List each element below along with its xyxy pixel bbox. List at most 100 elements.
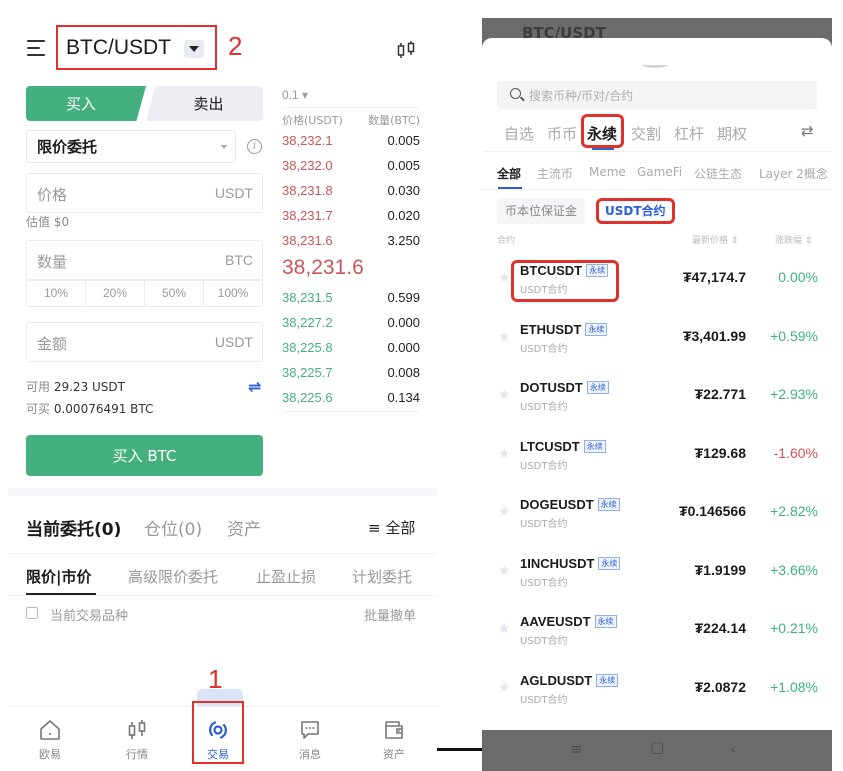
nav-item-home[interactable]: 欧易 bbox=[20, 712, 80, 764]
price-change: +2.82% bbox=[770, 503, 818, 519]
market-row[interactable]: ★ AAVEUSDT 永续 USDT合约 ₮224.14 +0.21% bbox=[482, 602, 832, 660]
chip-usdt-margined[interactable]: USDT合约 bbox=[596, 198, 675, 224]
recents-icon[interactable]: ≡ bbox=[570, 740, 583, 758]
home-square-icon[interactable]: ▢ bbox=[650, 738, 664, 756]
tab-buy[interactable]: 买入 bbox=[26, 86, 146, 121]
nav-item-markets[interactable]: 行情 bbox=[107, 712, 167, 764]
contract-type: USDT合约 bbox=[520, 460, 568, 472]
perpetual-badge: 永续 bbox=[596, 673, 619, 687]
ask-price: 38,232.1 bbox=[282, 133, 333, 148]
bid-row[interactable]: 38,231.5 0.599 bbox=[282, 290, 420, 310]
star-icon[interactable]: ★ bbox=[498, 446, 511, 462]
price-change: +1.08% bbox=[770, 678, 818, 695]
ask-row[interactable]: 38,231.6 3.250 bbox=[282, 233, 420, 253]
tab-tp-sl[interactable]: 止盈止损 bbox=[256, 566, 316, 587]
ask-row[interactable]: 38,231.8 0.030 bbox=[282, 183, 420, 203]
star-icon[interactable]: ★ bbox=[498, 621, 511, 637]
nav-item-messages[interactable]: 消息 bbox=[280, 712, 340, 764]
bid-row[interactable]: 38,225.8 0.000 bbox=[282, 340, 420, 360]
star-icon[interactable]: ★ bbox=[498, 329, 511, 345]
current-pair-label: 当前交易品种 bbox=[50, 609, 129, 624]
sheet-handle[interactable] bbox=[642, 62, 668, 68]
category-margin[interactable]: 杠杆 bbox=[674, 123, 704, 144]
available-balance: 可用 29.23 USDT bbox=[26, 378, 125, 395]
bid-row[interactable]: 38,225.6 0.134 bbox=[282, 390, 420, 410]
market-row[interactable]: ★ DOTUSDT 永续 USDT合约 ₮22.771 +2.93% bbox=[482, 368, 832, 426]
tab-limit-market[interactable]: 限价|市价 bbox=[26, 566, 91, 587]
percent-option-100[interactable]: 100% bbox=[204, 281, 262, 306]
switch-icon[interactable]: ⇄ bbox=[801, 122, 814, 140]
back-icon[interactable]: ‹ bbox=[730, 740, 736, 758]
filter-all-button[interactable]: ≡ 全部 bbox=[368, 517, 415, 538]
can-buy-label: 可买 bbox=[26, 402, 51, 416]
tab-trigger-order[interactable]: 计划委托 bbox=[352, 566, 412, 587]
perpetual-badge: 永续 bbox=[597, 498, 620, 511]
bid-qty: 0.000 bbox=[387, 340, 420, 355]
tab-open-orders[interactable]: 当前委托(0) bbox=[26, 515, 121, 540]
chevron-down-icon[interactable] bbox=[184, 40, 204, 58]
order-type-select[interactable]: 限价委托 bbox=[26, 130, 236, 163]
tab-advanced-limit[interactable]: 高级限价委托 bbox=[128, 566, 218, 587]
ask-row[interactable]: 38,231.7 0.020 bbox=[282, 208, 420, 228]
symbol: AGLDUSDT 永续 bbox=[520, 673, 619, 688]
info-icon[interactable]: i bbox=[247, 139, 262, 154]
category-futures[interactable]: 交割 bbox=[631, 123, 661, 144]
subcategory-layer2[interactable]: Layer 2概念 bbox=[759, 165, 828, 182]
subcategory-gamefi[interactable]: GameFi bbox=[637, 165, 682, 179]
percent-option-10[interactable]: 10% bbox=[27, 281, 86, 306]
tab-sell[interactable]: 卖出 bbox=[146, 86, 263, 121]
percent-option-20[interactable]: 20% bbox=[86, 281, 145, 306]
star-icon[interactable]: ★ bbox=[498, 387, 511, 403]
section-divider bbox=[8, 488, 438, 496]
star-icon[interactable]: ★ bbox=[498, 680, 511, 696]
contract-type: USDT合约 bbox=[520, 694, 568, 706]
search-input[interactable]: 搜索币种/币对/合约 bbox=[497, 81, 817, 109]
column-change[interactable]: 涨跌幅 ⇕ bbox=[775, 233, 812, 246]
last-price: ₮129.68 bbox=[694, 444, 746, 461]
subcategory-public-chain[interactable]: 公链生态 bbox=[694, 165, 742, 182]
contract-type: USDT合约 bbox=[520, 577, 568, 589]
chip-coin-margined[interactable]: 币本位保证金 bbox=[497, 198, 586, 224]
nav-item-assets[interactable]: 资产 bbox=[364, 712, 424, 764]
market-row[interactable]: ★ 1INCHUSDT 永续 USDT合约 ₮1.9199 +3.66% bbox=[482, 544, 832, 602]
pair-selector[interactable]: BTC/USDT bbox=[66, 36, 171, 60]
percent-option-50[interactable]: 50% bbox=[145, 281, 204, 306]
market-row[interactable]: ★ DOGEUSDT 永续 USDT合约 ₮0.146566 +2.82% bbox=[482, 485, 832, 543]
buy-btc-button[interactable]: 买入 BTC bbox=[26, 435, 263, 476]
ask-row[interactable]: 38,232.0 0.005 bbox=[282, 158, 420, 178]
amount-input[interactable]: 数量 BTC bbox=[26, 240, 263, 280]
bid-price: 38,225.7 bbox=[282, 365, 333, 380]
star-icon[interactable]: ★ bbox=[498, 270, 511, 286]
column-last-price[interactable]: 最新价格 ⇕ bbox=[692, 233, 738, 246]
star-icon[interactable]: ★ bbox=[498, 563, 511, 579]
ask-qty: 3.250 bbox=[387, 233, 420, 248]
depth-precision-select[interactable]: 0.1 ▾ bbox=[282, 88, 308, 102]
batch-cancel-button[interactable]: 批量撤单 bbox=[364, 605, 416, 624]
market-row[interactable]: ★ ETHUSDT 永续 USDT合约 ₮3,401.99 +0.59% bbox=[482, 310, 832, 368]
category-favorites[interactable]: 自选 bbox=[504, 123, 534, 144]
bid-row[interactable]: 38,225.7 0.008 bbox=[282, 365, 420, 385]
current-pair-checkbox[interactable] bbox=[26, 607, 38, 619]
subcategory-all[interactable]: 全部 bbox=[497, 165, 521, 182]
candlestick-chart-icon[interactable] bbox=[396, 40, 418, 60]
star-icon[interactable]: ★ bbox=[498, 504, 511, 520]
category-options[interactable]: 期权 bbox=[717, 123, 747, 144]
category-spot[interactable]: 币币 bbox=[547, 123, 577, 144]
ask-row[interactable]: 38,232.1 0.005 bbox=[282, 133, 420, 153]
tab-assets[interactable]: 资产 bbox=[227, 515, 261, 540]
market-row[interactable]: ★ LTCUSDT 永续 USDT合约 ₮129.68 -1.60% bbox=[482, 427, 832, 485]
price-input[interactable]: 价格 USDT bbox=[26, 173, 263, 213]
total-input[interactable]: 金额 USDT bbox=[26, 322, 263, 362]
perpetual-badge: 永续 bbox=[586, 381, 609, 394]
subcategory-meme[interactable]: Meme bbox=[589, 165, 626, 179]
bid-row[interactable]: 38,227.2 0.000 bbox=[282, 315, 420, 335]
transfer-icon[interactable]: ⇌ bbox=[248, 377, 261, 396]
menu-icon[interactable] bbox=[27, 40, 47, 58]
tab-positions[interactable]: 仓位(0) bbox=[144, 515, 202, 540]
market-row[interactable]: ★ AGLDUSDT 永续 USDT合约 ₮2.0872 +1.08% bbox=[482, 661, 832, 719]
subcategory-mainstream[interactable]: 主流币 bbox=[537, 165, 573, 182]
perpetual-badge: 永续 bbox=[598, 556, 621, 570]
message-icon bbox=[301, 721, 319, 739]
ask-qty: 0.020 bbox=[387, 208, 420, 223]
chevron-down-icon bbox=[221, 145, 227, 149]
